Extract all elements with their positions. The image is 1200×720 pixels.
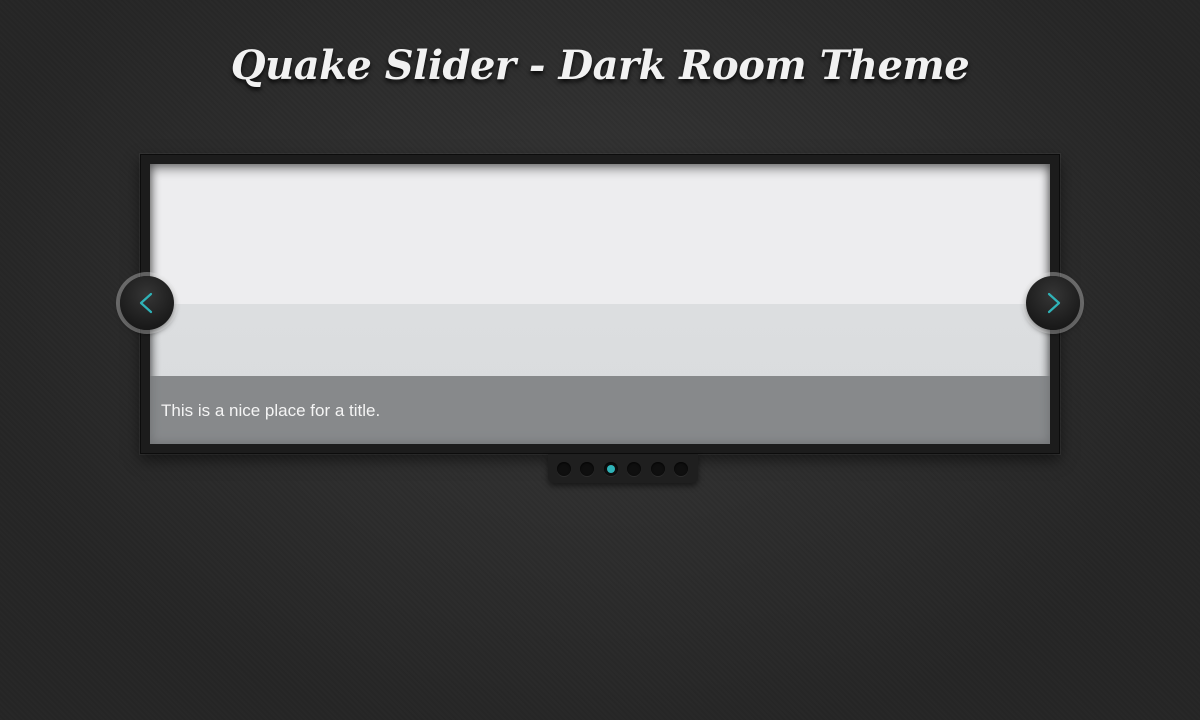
pager-dot-1[interactable] xyxy=(557,462,571,476)
pager-dot-4[interactable] xyxy=(627,462,641,476)
chevron-left-icon xyxy=(139,292,153,314)
pager-dot-6[interactable] xyxy=(674,462,688,476)
page-title: Quake Slider - Dark Room Theme xyxy=(230,42,970,89)
prev-slide-button[interactable] xyxy=(120,276,174,330)
slider-frame: This is a nice place for a title. xyxy=(140,154,1060,454)
slide-pager xyxy=(548,454,698,483)
slide-caption: This is a nice place for a title. xyxy=(150,376,1050,444)
slide-caption-text: This is a nice place for a title. xyxy=(161,401,381,420)
pager-dot-5[interactable] xyxy=(651,462,665,476)
pager-dot-2[interactable] xyxy=(580,462,594,476)
next-slide-button[interactable] xyxy=(1026,276,1080,330)
chevron-right-icon xyxy=(1047,292,1061,314)
slide-image[interactable]: This is a nice place for a title. xyxy=(150,164,1050,444)
pager-dot-3[interactable] xyxy=(604,462,618,476)
